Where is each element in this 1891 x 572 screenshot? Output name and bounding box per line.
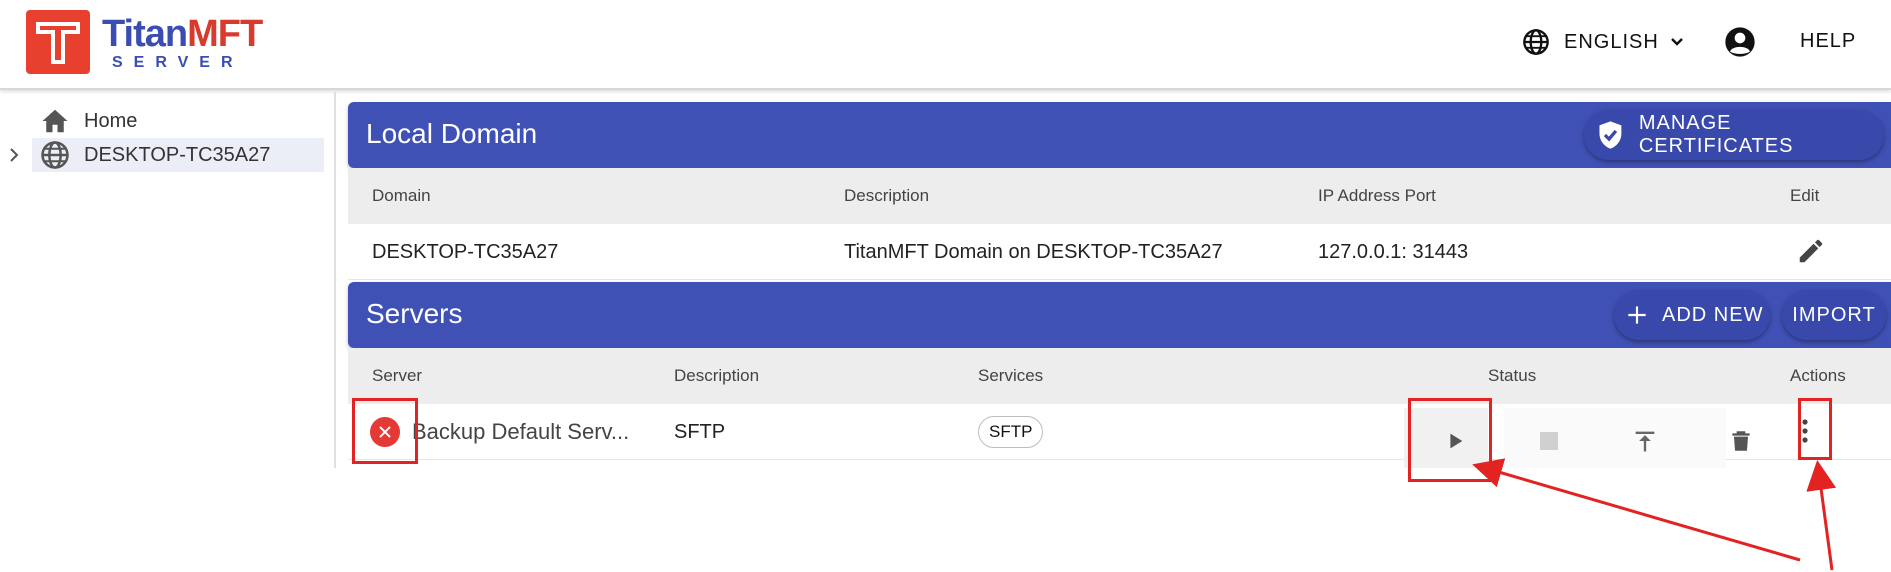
start-server-button[interactable] xyxy=(1432,418,1478,464)
top-bar: TitanMFT SERVER ENGLISH HELP xyxy=(0,0,1891,90)
help-link[interactable]: HELP xyxy=(1800,30,1856,53)
error-status-icon xyxy=(370,417,400,447)
language-label: ENGLISH xyxy=(1564,30,1659,53)
logo-title-mft: MFT xyxy=(187,13,263,55)
logo-subtitle: SERVER xyxy=(112,54,244,71)
column-edit: Edit xyxy=(1790,186,1820,205)
description-cell: TitanMFT Domain on DESKTOP-TC35A27 xyxy=(844,241,1223,263)
servers-header: Servers ADD NEW IMPORT xyxy=(348,282,1891,348)
table-row: DESKTOP-TC35A27 TitanMFT Domain on DESKT… xyxy=(348,224,1891,280)
ip-port-cell: 127.0.0.1: 31443 xyxy=(1318,241,1469,263)
server-name-cell[interactable]: Backup Default Serv... xyxy=(412,419,629,445)
local-domain-header: Local Domain MANAGE CERTIFICATES xyxy=(348,102,1891,168)
table-row: Backup Default Serv... SFTP SFTP xyxy=(348,404,1891,468)
column-description: Description xyxy=(674,366,760,385)
description-cell: SFTP xyxy=(674,421,726,443)
annotation-arrow-more xyxy=(1806,460,1837,571)
column-domain: Domain xyxy=(372,186,431,205)
chevron-down-icon xyxy=(1670,38,1683,46)
add-new-label: ADD NEW xyxy=(1662,303,1764,326)
add-new-button[interactable]: ADD NEW xyxy=(1614,290,1770,340)
sidebar-item-desktop[interactable]: DESKTOP-TC35A27 xyxy=(32,138,324,172)
import-button[interactable]: IMPORT xyxy=(1782,290,1886,340)
more-vert-icon xyxy=(1802,419,1808,443)
manage-certificates-button[interactable]: MANAGE CERTIFICATES xyxy=(1584,110,1884,160)
export-button[interactable] xyxy=(1622,418,1668,464)
chevron-right-icon[interactable] xyxy=(6,146,22,164)
domain-cell: DESKTOP-TC35A27 xyxy=(372,241,559,263)
servers-title: Servers xyxy=(366,298,463,329)
service-chip: SFTP xyxy=(978,416,1044,448)
column-actions: Actions xyxy=(1790,366,1846,385)
more-actions-button[interactable] xyxy=(1790,408,1820,454)
trash-icon xyxy=(1732,431,1750,451)
annotation-arrow-play xyxy=(1472,458,1801,562)
local-domain-table-header: Domain Description IP Address Port Edit xyxy=(348,168,1891,224)
logo-title-titan: Titan xyxy=(102,13,188,55)
column-services: Services xyxy=(978,366,1044,385)
sidebar-item-label: Home xyxy=(84,109,138,132)
column-description: Description xyxy=(844,186,930,205)
stop-server-button[interactable] xyxy=(1526,418,1572,464)
column-status: Status xyxy=(1488,366,1537,385)
account-circle-icon[interactable] xyxy=(1724,26,1756,58)
pencil-icon xyxy=(1799,239,1823,263)
verified-shield-icon xyxy=(1599,121,1622,149)
column-ip-port: IP Address Port xyxy=(1318,186,1436,205)
stop-icon xyxy=(1540,432,1558,450)
delete-button[interactable] xyxy=(1718,418,1764,464)
sidebar-tree: Home DESKTOP-TC35A27 xyxy=(0,92,336,468)
home-icon xyxy=(42,109,68,133)
local-domain-title: Local Domain xyxy=(366,118,538,149)
servers-table-header: Server Description Services Status Actio… xyxy=(348,348,1891,404)
plus-icon xyxy=(1628,306,1646,324)
globe-icon xyxy=(1523,29,1549,55)
titanmft-logo[interactable]: TitanMFT SERVER xyxy=(26,10,263,74)
upload-icon xyxy=(1635,431,1655,452)
play-icon xyxy=(1450,433,1463,449)
sidebar-item-home[interactable]: Home xyxy=(32,104,322,138)
manage-certificates-label: MANAGE CERTIFICATES xyxy=(1638,112,1794,157)
sidebar-item-label: DESKTOP-TC35A27 xyxy=(84,143,271,166)
import-label: IMPORT xyxy=(1792,303,1876,326)
titan-logo-icon xyxy=(26,10,90,74)
language-selector[interactable]: ENGLISH xyxy=(1522,26,1685,58)
edit-button[interactable] xyxy=(1788,228,1834,274)
column-server: Server xyxy=(372,366,423,385)
globe-icon xyxy=(41,141,69,169)
